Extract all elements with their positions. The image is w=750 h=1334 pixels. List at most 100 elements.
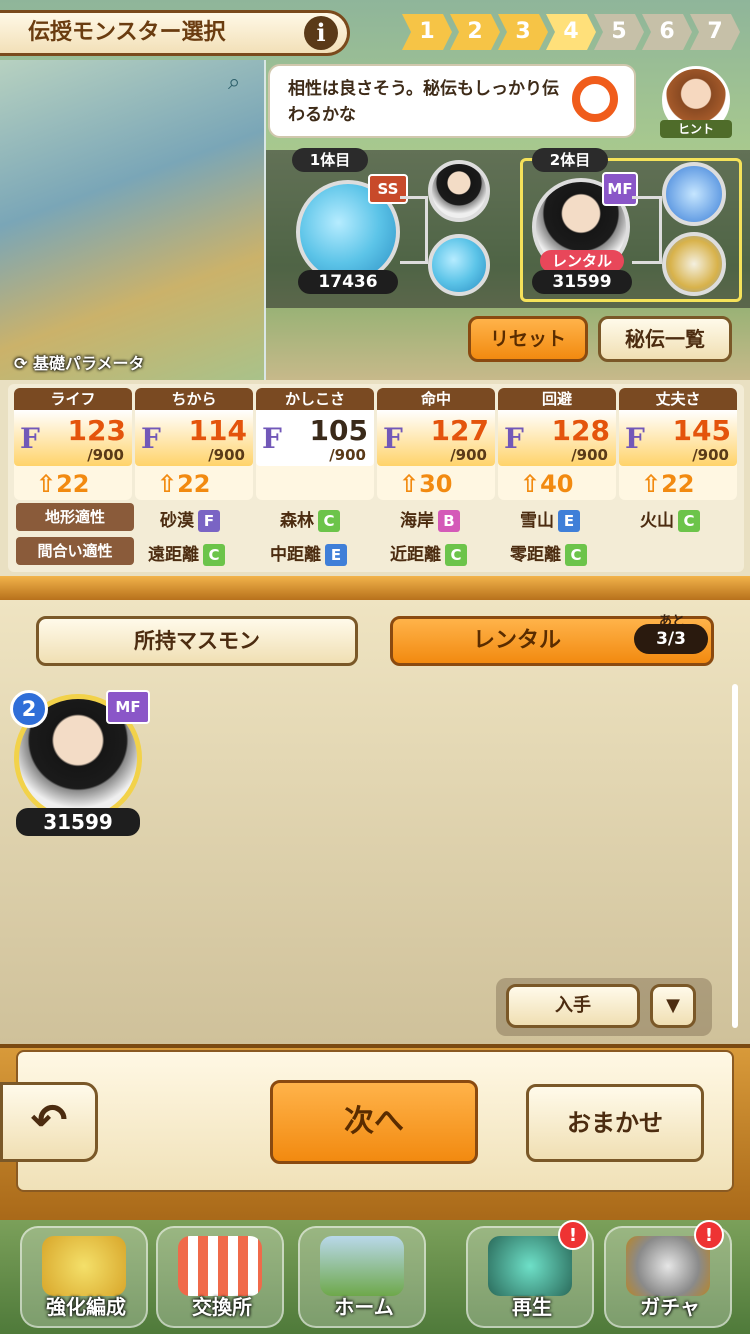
param-power: ちから F 114 /900 ⇧22 [135, 388, 253, 500]
param-value: 128 [551, 414, 610, 447]
sort-button[interactable]: 入手 [506, 984, 640, 1028]
nav-label: ホーム [334, 1295, 394, 1319]
param-value-box: F 105 /900 [256, 410, 374, 466]
nav-label: 強化編成 [46, 1295, 126, 1319]
back-icon: ↶ [30, 1095, 68, 1146]
param-max: /900 [329, 446, 366, 464]
param-value: 123 [67, 414, 126, 447]
param-label: かしこさ [256, 388, 374, 410]
param-value: 105 [309, 414, 368, 447]
list-item-value: 31599 [16, 808, 140, 836]
param-accuracy: 命中 F 127 /900 ⇧30 [377, 388, 495, 500]
list-scrollbar[interactable] [732, 684, 738, 1028]
terrain-label: 地形適性 [16, 503, 134, 531]
list-item[interactable]: 2 MF 31599 [10, 690, 150, 836]
slot2-tree-line [632, 196, 662, 264]
param-max: /900 [87, 446, 124, 464]
param-label: 命中 [377, 388, 495, 410]
param-evasion: 回避 F 128 /900 ⇧40 [498, 388, 616, 500]
next-button[interactable]: 次へ [270, 1080, 478, 1164]
nav-enhance[interactable]: 強化編成 [20, 1226, 148, 1328]
slot1-tree-line [400, 196, 428, 264]
terrain-coast: 海岸 B [400, 506, 460, 532]
param-defense: 丈夫さ F 145 /900 ⇧22 [619, 388, 737, 500]
range-near: 近距離 C [390, 540, 467, 566]
terrain-volcano: 火山 C [640, 506, 700, 532]
hint-message: 相性は良さそう。秘伝もしっかり伝わるかな [288, 79, 559, 125]
page-title: 伝授モンスター選択 [0, 10, 350, 56]
compatibility-circle-icon [572, 76, 618, 122]
param-label: ちから [135, 388, 253, 410]
section-divider [0, 576, 750, 600]
param-grade: F [625, 422, 645, 455]
rental-tag: レンタル [540, 250, 624, 272]
params-title-text: 基礎パラメータ [32, 354, 145, 373]
range-long: 遠距離 C [148, 540, 225, 566]
secret-list-button[interactable]: 秘伝一覧 [598, 316, 732, 362]
param-max: /900 [450, 446, 487, 464]
param-bonus: ⇧22 [36, 470, 90, 498]
param-life: ライフ F 123 /900 ⇧22 [14, 388, 132, 500]
nav-home[interactable]: ホーム [298, 1226, 426, 1328]
shop-icon [178, 1236, 262, 1296]
nav-label: 再生 [512, 1295, 552, 1319]
param-label: 丈夫さ [619, 388, 737, 410]
nav-label: 交換所 [192, 1295, 252, 1319]
monster-preview [0, 60, 266, 380]
param-value: 127 [430, 414, 489, 447]
param-value-box: F 123 /900 [14, 410, 132, 466]
hint-label: ヒント [660, 120, 732, 138]
magnify-icon[interactable]: ⌕ [228, 70, 254, 96]
param-grade: F [262, 422, 282, 455]
param-value: 145 [672, 414, 731, 447]
slot1-value: 17436 [298, 270, 398, 294]
param-grade: F [141, 422, 161, 455]
sort-order-toggle[interactable]: ▼ [650, 984, 696, 1028]
params-title: ⟳ 基礎パラメータ [14, 350, 145, 374]
param-value-box: F 127 /900 [377, 410, 495, 466]
nav-label: ガチャ [640, 1295, 700, 1319]
range-mid: 中距離 E [270, 540, 347, 566]
slot2-parent-a [662, 162, 726, 226]
param-bonus: ⇧40 [520, 470, 574, 498]
range-label: 間合い適性 [16, 537, 134, 565]
terrain-forest: 森林 C [280, 506, 340, 532]
windmill-icon [320, 1236, 404, 1296]
param-max: /900 [208, 446, 245, 464]
param-grade: F [20, 422, 40, 455]
tab-rental-label: レンタル [472, 628, 561, 653]
slot1-parent-a [428, 160, 490, 222]
back-button[interactable]: ↶ [0, 1082, 98, 1162]
param-label: 回避 [498, 388, 616, 410]
param-max: /900 [692, 446, 729, 464]
param-max: /900 [571, 446, 608, 464]
slot2-value: 31599 [532, 270, 632, 294]
tab-owned[interactable]: 所持マスモン [36, 616, 358, 666]
param-grade: F [383, 422, 403, 455]
remaining-count: 3/3 [634, 624, 708, 654]
terrain-snow: 雪山 E [520, 506, 580, 532]
param-bonus: ⇧22 [641, 470, 695, 498]
param-value-box: F 145 /900 [619, 410, 737, 466]
param-label: ライフ [14, 388, 132, 410]
param-value: 114 [188, 414, 247, 447]
param-bonus: ⇧22 [157, 470, 211, 498]
enhance-icon [42, 1236, 126, 1296]
slot2-label: 2体目 [532, 148, 608, 172]
revive-alert-badge: ! [558, 1220, 588, 1250]
shrine-icon [488, 1236, 572, 1296]
terrain-desert: 砂漠 F [160, 506, 220, 532]
range-zero: 零距離 C [510, 540, 587, 566]
auto-button[interactable]: おまかせ [526, 1084, 704, 1162]
slot1-parent-b [428, 234, 490, 296]
reset-button[interactable]: リセット [468, 316, 588, 362]
info-icon[interactable]: i [304, 16, 338, 50]
param-value-box: F 114 /900 [135, 410, 253, 466]
nav-exchange[interactable]: 交換所 [156, 1226, 284, 1328]
param-intelligence: かしこさ F 105 /900 [256, 388, 374, 500]
slot2-parent-b [662, 232, 726, 296]
param-value-box: F 128 /900 [498, 410, 616, 466]
gacha-alert-badge: ! [694, 1220, 724, 1250]
list-item-grade: MF [106, 690, 150, 724]
param-bonus: ⇧30 [399, 470, 453, 498]
